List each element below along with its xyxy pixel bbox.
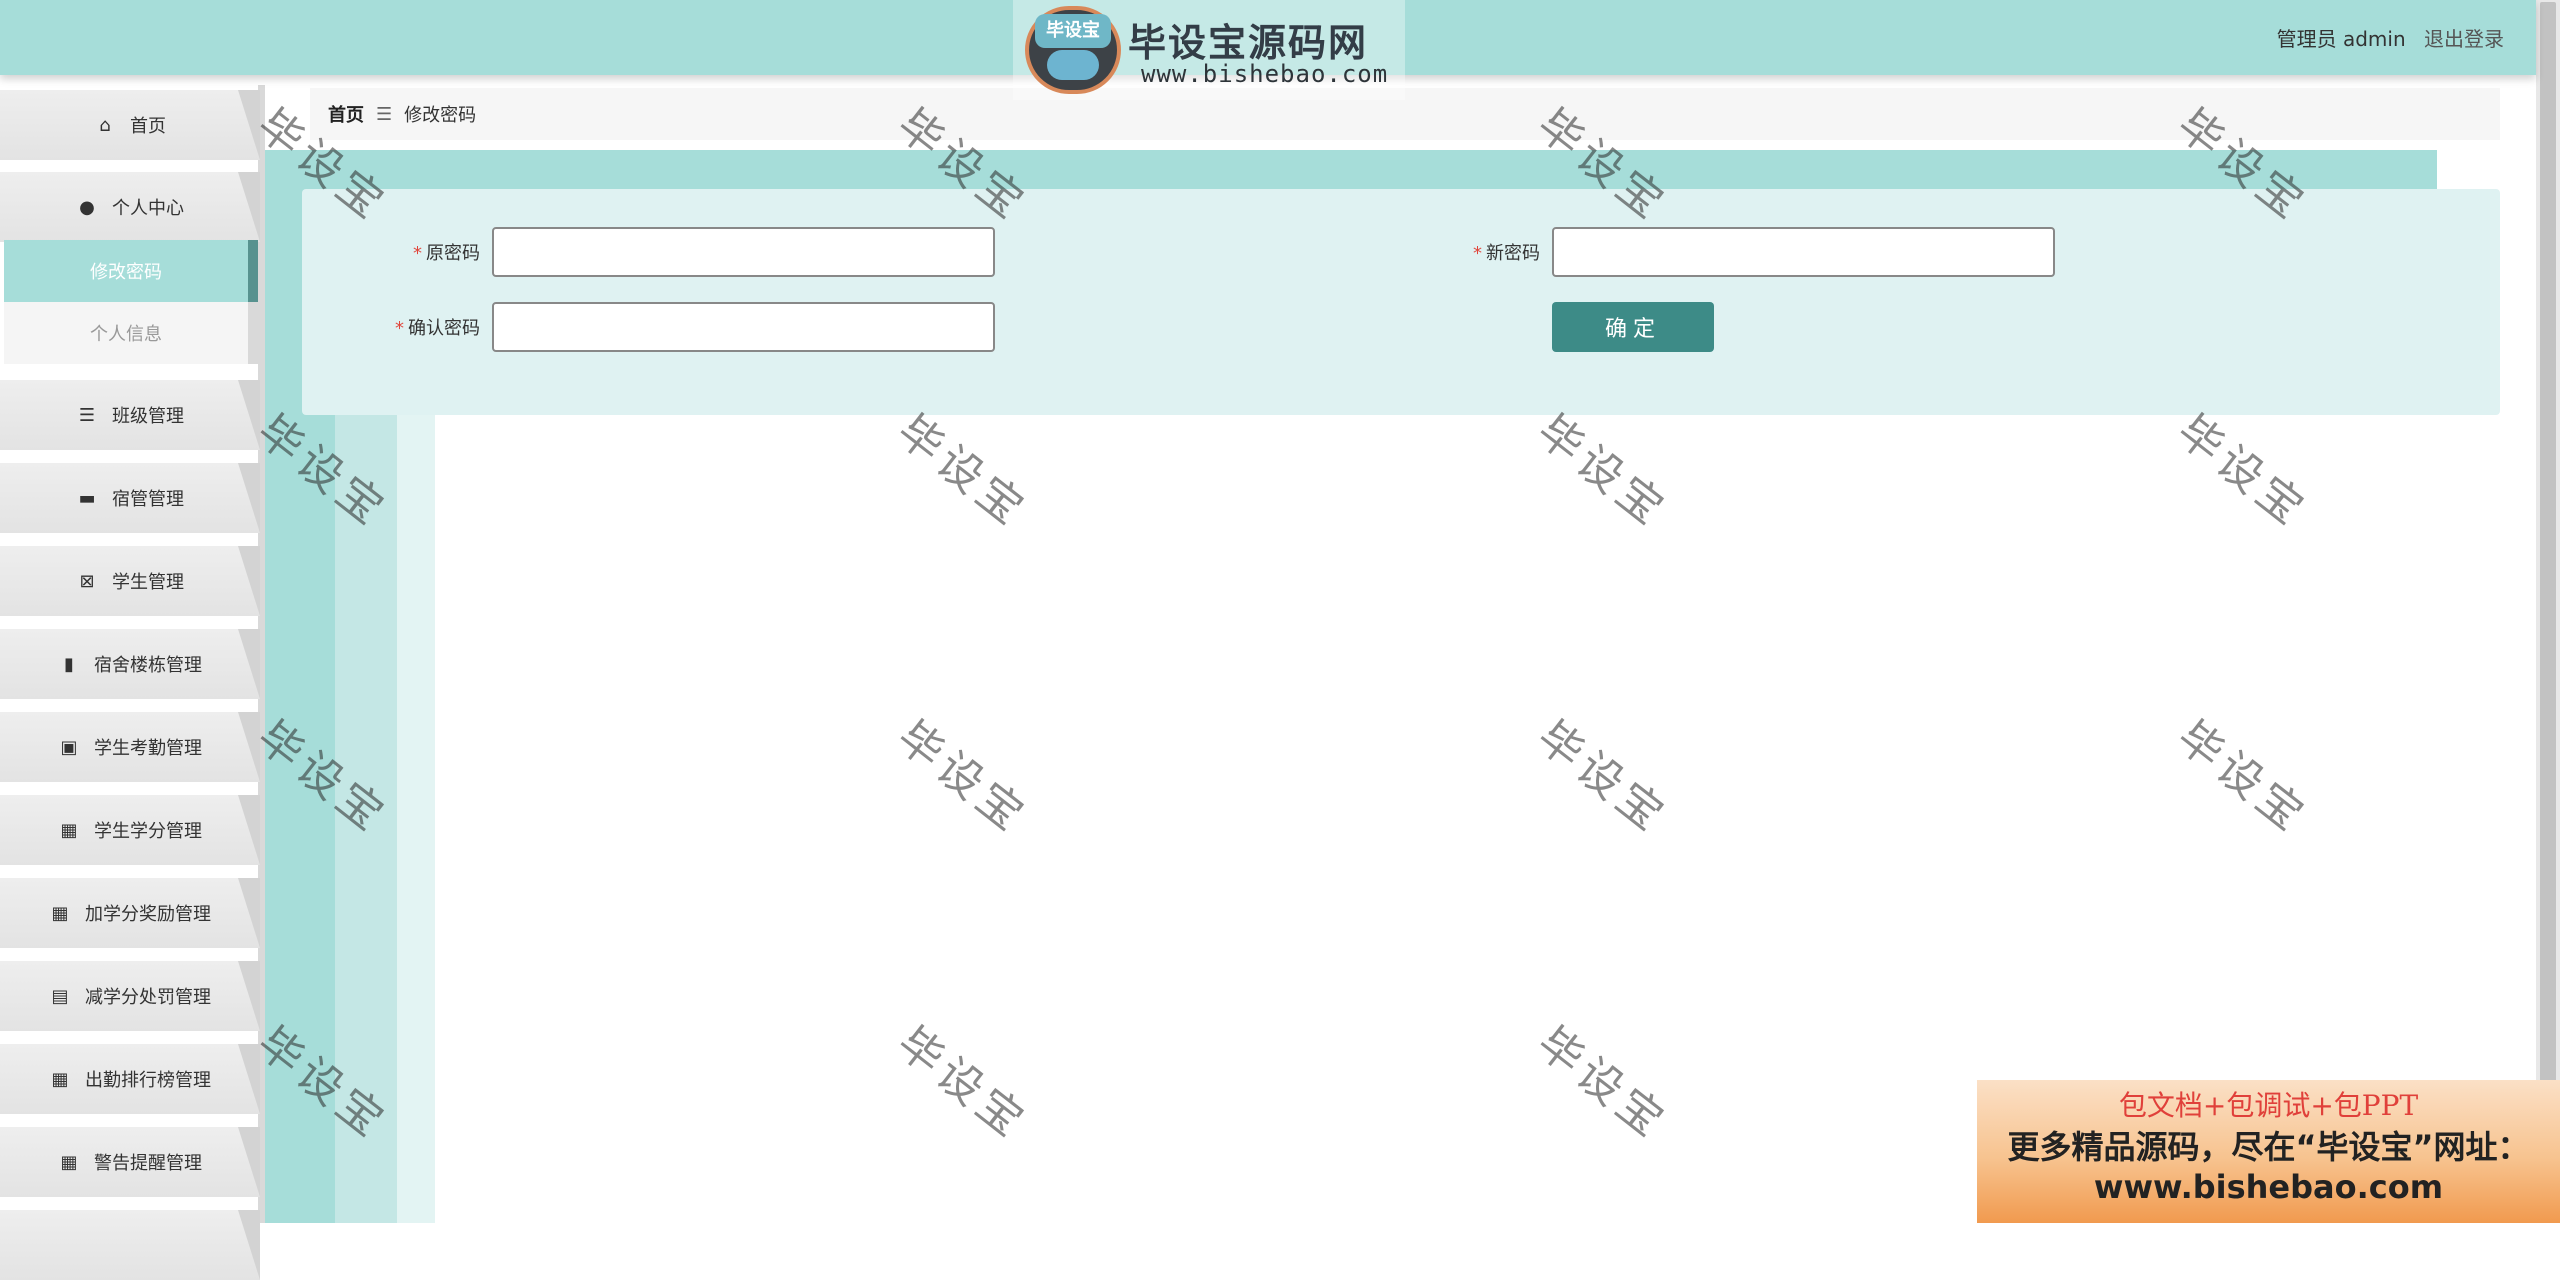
logo-face bbox=[1047, 50, 1099, 80]
confirm-password-row: * 确认密码 bbox=[340, 302, 995, 352]
watermark: 毕设宝 bbox=[2167, 405, 2318, 538]
sidebar-item-label: 学生考勤管理 bbox=[94, 738, 202, 759]
sidebar-item-label: 班级管理 bbox=[112, 406, 184, 427]
breadcrumb-separator-icon: ☰ bbox=[376, 103, 393, 125]
grid-icon: ▦ bbox=[51, 902, 69, 924]
sidebar-item-credit-reward[interactable]: ▦ 加学分奖励管理 bbox=[0, 878, 260, 948]
breadcrumb-home[interactable]: 首页 bbox=[328, 101, 364, 127]
grid-icon: ▦ bbox=[51, 1068, 69, 1090]
sidebar: ⌂ 首页 ● 个人中心 修改密码 个人信息 ☰ 班级管理 ▬ 宿管管理 ⊠ 学生… bbox=[0, 85, 265, 1280]
confirm-password-label-text: 确认密码 bbox=[408, 318, 480, 339]
promo-banner[interactable]: 包文档+包调试+包PPT 更多精品源码，尽在“毕设宝”网址： www.bishe… bbox=[1977, 1080, 2560, 1223]
sidebar-subitem-personal-info[interactable]: 个人信息 bbox=[4, 302, 258, 364]
scrollbar-thumb[interactable] bbox=[2540, 2, 2556, 1082]
logout-link[interactable]: 退出登录 bbox=[2424, 27, 2504, 51]
logo-mascot-icon: 毕设宝 bbox=[1025, 6, 1121, 94]
page-scrollbar[interactable] bbox=[2536, 0, 2560, 1223]
sidebar-item-credit[interactable]: ▦ 学生学分管理 bbox=[0, 795, 260, 865]
required-mark: * bbox=[413, 243, 422, 264]
sidebar-item-dorm-building[interactable]: ▮ 宿舍楼栋管理 bbox=[0, 629, 260, 699]
confirm-password-field[interactable] bbox=[492, 302, 995, 352]
sidebar-item-label: 出勤排行榜管理 bbox=[85, 1070, 211, 1091]
sidebar-subitem-change-password[interactable]: 修改密码 bbox=[4, 240, 258, 302]
sidebar-item-credit-penalty[interactable]: ▤ 减学分处罚管理 bbox=[0, 961, 260, 1031]
watermark: 毕设宝 bbox=[1527, 1017, 1678, 1150]
sidebar-item-more[interactable] bbox=[0, 1210, 260, 1280]
new-password-label: * 新密码 bbox=[1400, 239, 1540, 265]
grid-icon: ▦ bbox=[60, 1151, 78, 1173]
decor-strip bbox=[265, 150, 2437, 190]
sidebar-item-label: 减学分处罚管理 bbox=[85, 987, 211, 1008]
clipboard-x-icon: ⊠ bbox=[79, 570, 95, 592]
sidebar-item-dorm-manager[interactable]: ▬ 宿管管理 bbox=[0, 463, 260, 533]
old-password-row: * 原密码 bbox=[340, 227, 995, 277]
watermark: 毕设宝 bbox=[887, 1017, 1038, 1150]
old-password-label: * 原密码 bbox=[340, 239, 480, 265]
required-mark: * bbox=[1473, 243, 1482, 264]
sidebar-item-attendance-ranking[interactable]: ▦ 出勤排行榜管理 bbox=[0, 1044, 260, 1114]
watermark: 毕设宝 bbox=[2167, 711, 2318, 844]
sidebar-subitem-label: 个人信息 bbox=[90, 324, 162, 345]
sidebar-subitem-label: 修改密码 bbox=[90, 262, 162, 283]
sidebar-item-label: 学生管理 bbox=[112, 572, 184, 593]
logo-cap-text: 毕设宝 bbox=[1035, 14, 1111, 48]
breadcrumb-current: 修改密码 bbox=[404, 105, 477, 126]
sidebar-item-label: 警告提醒管理 bbox=[94, 1153, 202, 1174]
promo-url[interactable]: www.bishebao.com bbox=[1977, 1168, 2560, 1206]
watermark: 毕设宝 bbox=[887, 711, 1038, 844]
user-area: 管理员 admin 退出登录 bbox=[2277, 23, 2504, 52]
sidebar-item-label: 加学分奖励管理 bbox=[85, 904, 211, 925]
sliders-icon: ☰ bbox=[78, 404, 96, 426]
required-mark: * bbox=[395, 318, 404, 339]
sidebar-item-label: 个人中心 bbox=[112, 198, 184, 219]
sidebar-item-class-management[interactable]: ☰ 班级管理 bbox=[0, 380, 260, 450]
bar-chart-icon: ▮ bbox=[64, 653, 74, 675]
clipboard-icon: ▤ bbox=[51, 985, 69, 1007]
sidebar-item-personal-center[interactable]: ● 个人中心 bbox=[0, 172, 260, 242]
old-password-field[interactable] bbox=[492, 227, 995, 277]
briefcase-icon: ▣ bbox=[60, 736, 78, 758]
home-icon: ⌂ bbox=[99, 114, 111, 136]
promo-line-1: 包文档+包调试+包PPT bbox=[2118, 1089, 2419, 1122]
grid-icon: ▦ bbox=[60, 819, 78, 841]
new-password-row: * 新密码 bbox=[1400, 227, 2055, 277]
user-icon: ● bbox=[79, 196, 95, 218]
watermark: 毕设宝 bbox=[1527, 405, 1678, 538]
confirm-password-label: * 确认密码 bbox=[340, 314, 480, 340]
new-password-label-text: 新密码 bbox=[1486, 243, 1540, 264]
new-password-field[interactable] bbox=[1552, 227, 2055, 277]
bed-icon: ▬ bbox=[78, 487, 96, 509]
logo-title: 毕设宝源码网 bbox=[1128, 21, 1369, 65]
sidebar-item-label: 学生学分管理 bbox=[94, 821, 202, 842]
sidebar-item-student-management[interactable]: ⊠ 学生管理 bbox=[0, 546, 260, 616]
logo-url: www.bishebao.com bbox=[1141, 60, 1389, 88]
sidebar-item-warning[interactable]: ▦ 警告提醒管理 bbox=[0, 1127, 260, 1197]
sidebar-item-label: 宿舍楼栋管理 bbox=[94, 655, 202, 676]
old-password-label-text: 原密码 bbox=[426, 243, 480, 264]
sidebar-item-attendance[interactable]: ▣ 学生考勤管理 bbox=[0, 712, 260, 782]
sidebar-item-label: 宿管管理 bbox=[112, 489, 184, 510]
site-logo[interactable]: 毕设宝 毕设宝源码网 www.bishebao.com bbox=[1013, 0, 1405, 100]
watermark: 毕设宝 bbox=[887, 405, 1038, 538]
breadcrumb: 首页 ☰ 修改密码 bbox=[310, 88, 2500, 140]
submit-button[interactable]: 确定 bbox=[1552, 302, 1714, 352]
promo-line-2: 更多精品源码，尽在“毕设宝”网址： bbox=[2007, 1128, 2530, 1166]
sidebar-item-home[interactable]: ⌂ 首页 bbox=[0, 90, 260, 160]
current-user: 管理员 admin bbox=[2276, 27, 2406, 51]
watermark: 毕设宝 bbox=[1527, 711, 1678, 844]
top-bar: 毕设宝 毕设宝源码网 www.bishebao.com 管理员 admin 退出… bbox=[0, 0, 2536, 100]
sidebar-item-label: 首页 bbox=[130, 116, 166, 137]
